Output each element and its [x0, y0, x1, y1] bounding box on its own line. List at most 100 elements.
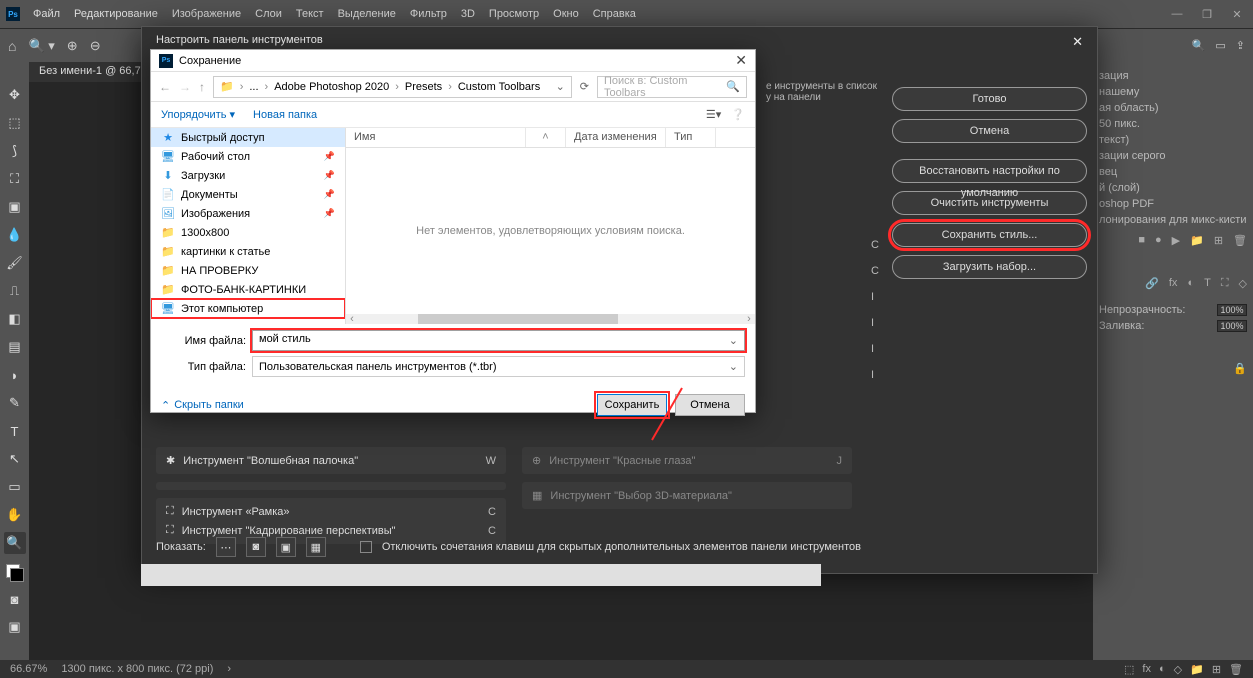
eraser-tool[interactable]: ◧	[4, 308, 26, 330]
screenmode-tool[interactable]: ▣	[4, 616, 26, 638]
menu-фильтр[interactable]: Фильтр	[403, 4, 454, 24]
show-mode-4[interactable]: ▦	[306, 537, 326, 557]
path-tool[interactable]: ↖	[4, 448, 26, 470]
quickmask-tool[interactable]: ◙	[4, 588, 26, 610]
zoom-level[interactable]: 66.67%	[10, 663, 47, 675]
play2-icon[interactable]: ▶	[1172, 234, 1180, 247]
hand-tool[interactable]: ✋	[4, 504, 26, 526]
sb-icon4[interactable]: ◇	[1174, 663, 1182, 676]
nav-back-button[interactable]: ←	[159, 80, 171, 94]
filetype-select[interactable]: Пользовательская панель инструментов (*.…	[252, 356, 745, 377]
new-icon[interactable]: ⊞	[1214, 234, 1223, 247]
nav-forward-button[interactable]: →	[179, 80, 191, 94]
menu-справка[interactable]: Справка	[586, 4, 643, 24]
status-chevron[interactable]: ›	[227, 663, 231, 675]
lasso-tool[interactable]: ⟆	[4, 140, 26, 162]
menu-текст[interactable]: Текст	[289, 4, 331, 24]
tree-item[interactable]: ★Быстрый доступ	[151, 128, 345, 147]
link-icon[interactable]: 🔗	[1145, 277, 1159, 290]
menu-слои[interactable]: Слои	[248, 4, 289, 24]
mask-icon[interactable]: ◐	[1187, 277, 1194, 290]
help-button[interactable]: ❔	[731, 108, 745, 121]
cancel-save-button[interactable]: Отмена	[675, 394, 745, 416]
col-type[interactable]: Тип	[666, 128, 716, 147]
nav-up-button[interactable]: ↑	[199, 80, 205, 94]
search-icon[interactable]: 🔍	[1192, 39, 1206, 52]
tree-item[interactable]: 📁1300x800	[151, 223, 345, 242]
restore-defaults-button[interactable]: Восстановить настройки по умолчанию	[892, 159, 1087, 183]
minimize-button[interactable]: —	[1167, 8, 1187, 21]
tree-item[interactable]: 🖼Изображения📌	[151, 204, 345, 223]
stamp-tool[interactable]: ⎍	[4, 280, 26, 302]
sb-icon2[interactable]: fx	[1142, 663, 1151, 676]
sb-icon5[interactable]: 📁	[1190, 663, 1204, 676]
tree-item[interactable]: 🖥Рабочий стол📌	[151, 147, 345, 166]
gradient-tool[interactable]: ▤	[4, 336, 26, 358]
fill-field[interactable]	[1217, 320, 1247, 332]
frame-tool[interactable]: ▣	[4, 196, 26, 218]
pen-tool[interactable]: ✎	[4, 392, 26, 414]
workspace-icon[interactable]: ▭	[1215, 39, 1225, 52]
organize-menu[interactable]: Упорядочить ▾	[161, 108, 235, 121]
lock-icon[interactable]: 🔒	[1233, 363, 1247, 375]
color-swatch[interactable]	[6, 564, 24, 582]
tree-item[interactable]: 📁картинки к статье	[151, 242, 345, 261]
folder-icon[interactable]: 📁	[1190, 234, 1204, 247]
filename-input[interactable]: мой стиль ⌄	[252, 330, 745, 351]
show-mode-1[interactable]: ⋯	[216, 537, 236, 557]
zoom-out-icon[interactable]: ⊖	[90, 38, 101, 54]
zoom-tool[interactable]: 🔍	[4, 532, 26, 554]
load-set-button[interactable]: Загрузить набор...	[892, 255, 1087, 279]
brush-tool[interactable]: 🖌	[4, 252, 26, 274]
sb-icon6[interactable]: ⊞	[1212, 663, 1221, 676]
move-tool[interactable]: ✥	[4, 84, 26, 106]
col-name[interactable]: Имя	[346, 128, 526, 147]
refresh-button[interactable]: ⟳	[580, 80, 589, 93]
tree-item[interactable]: ⬇Загрузки📌	[151, 166, 345, 185]
save-style-button[interactable]: Сохранить стиль...	[892, 223, 1087, 247]
share-icon[interactable]: ⇪	[1236, 39, 1245, 52]
show-mode-3[interactable]: ▣	[276, 537, 296, 557]
play-icon[interactable]: ■	[1138, 234, 1145, 247]
extra-tool-row[interactable]: ▦Инструмент "Выбор 3D-материала"	[528, 486, 846, 505]
hide-folders-button[interactable]: ⌃Скрыть папки	[161, 399, 244, 412]
blur-tool[interactable]: ◗	[4, 364, 26, 386]
fx-icon[interactable]: fx	[1169, 277, 1178, 290]
tree-item[interactable]: 📄Документы📌	[151, 185, 345, 204]
tree-item[interactable]: 📁ФОТО-БАНК-КАРТИНКИ	[151, 280, 345, 299]
menu-изображение[interactable]: Изображение	[165, 4, 248, 24]
extra-tool-row[interactable]: ⊕Инструмент "Красные глаза"J	[528, 451, 846, 470]
sb-icon3[interactable]: ◐	[1159, 663, 1166, 676]
done-button[interactable]: Готово	[892, 87, 1087, 111]
tree-item[interactable]: 📁НА ПРОВЕРКУ	[151, 261, 345, 280]
view-mode-button[interactable]: ☰▾	[706, 108, 721, 121]
cancel-button[interactable]: Отмена	[892, 119, 1087, 143]
menu-3d[interactable]: 3D	[454, 4, 482, 24]
dialog-close-button[interactable]: ✕	[1072, 34, 1083, 50]
rec-icon[interactable]: ●	[1155, 234, 1162, 247]
marquee-tool[interactable]: ⬚	[4, 112, 26, 134]
menu-окно[interactable]: Окно	[546, 4, 586, 24]
sb-icon7[interactable]: 🗑	[1229, 663, 1243, 676]
home-icon[interactable]: ⌂	[8, 38, 16, 54]
menu-просмотр[interactable]: Просмотр	[482, 4, 546, 24]
clear-tools-button[interactable]: Очистить инструменты	[892, 191, 1087, 215]
sb-icon[interactable]: ⬚	[1124, 663, 1134, 676]
tool-row[interactable]: ✱Инструмент "Волшебная палочка"W	[162, 451, 500, 470]
restore-button[interactable]: ❐	[1197, 8, 1217, 21]
zoom-tool-icon[interactable]: 🔍 ▾	[28, 38, 54, 54]
opacity-field[interactable]	[1217, 304, 1247, 316]
search-field[interactable]: Поиск в: Custom Toolbars🔍	[597, 76, 747, 98]
save-close-button[interactable]: ✕	[735, 52, 747, 69]
menu-выделение[interactable]: Выделение	[331, 4, 403, 24]
horizontal-scrollbar[interactable]: ‹›	[346, 314, 755, 324]
menu-файл[interactable]: Файл	[26, 4, 67, 24]
new-folder-button[interactable]: Новая папка	[253, 109, 317, 121]
type-tool[interactable]: T	[4, 420, 26, 442]
zoom-in-icon[interactable]: ⊕	[67, 38, 78, 54]
eyedropper-tool[interactable]: 💧	[4, 224, 26, 246]
path-panel-icon[interactable]: ◇	[1239, 277, 1247, 290]
tool-row[interactable]: ⛶Инструмент «Рамка»C	[162, 502, 500, 521]
disable-shortcuts-checkbox[interactable]	[360, 541, 372, 553]
save-button[interactable]: Сохранить	[597, 394, 667, 416]
